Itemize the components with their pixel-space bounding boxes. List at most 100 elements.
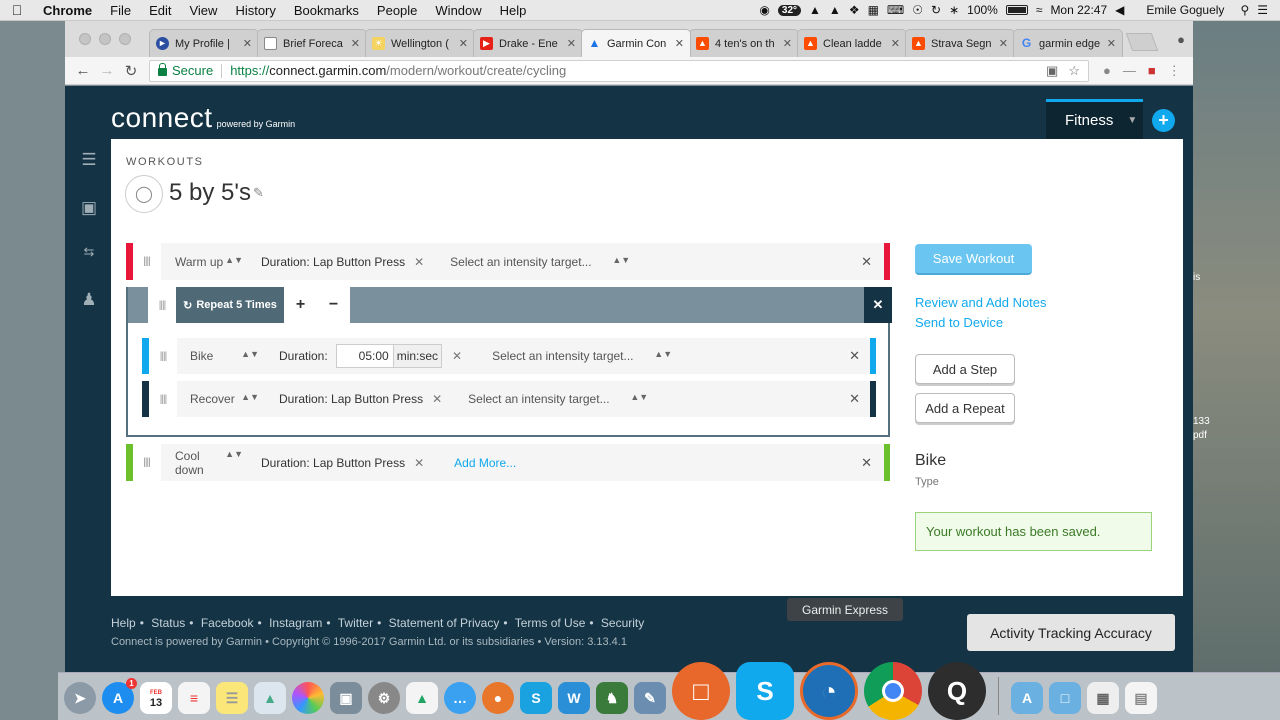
back-arrow-icon[interactable]: ← (71, 62, 95, 79)
pencil-icon[interactable]: ✎ (253, 185, 264, 201)
clock[interactable]: Mon 22:47 (1050, 3, 1107, 17)
time-machine-icon[interactable]: ↻ (931, 3, 941, 17)
clear-duration-icon[interactable]: ✕ (414, 456, 424, 470)
calendar-icon[interactable]: FEB 13 (140, 682, 172, 714)
duration-input[interactable] (335, 344, 394, 368)
extension-dash-icon[interactable]: — (1123, 63, 1136, 78)
bluetooth-icon[interactable]: ∗ (949, 3, 959, 17)
tab-garmin-edge-search[interactable]: Ggarmin edge ✕ (1013, 29, 1123, 57)
save-workout-button[interactable]: Save Workout (915, 244, 1032, 275)
close-window-icon[interactable] (79, 33, 91, 45)
record-icon[interactable]: ◉ (759, 3, 769, 17)
chess-icon[interactable]: ♞ (596, 682, 628, 714)
step-duration[interactable]: Duration: Lap Button Press (251, 456, 405, 470)
menu-view[interactable]: View (180, 3, 226, 18)
garmin-express-globe-icon[interactable]: ◔ (800, 662, 858, 720)
launchpad-rocket-icon[interactable]: ➤ (64, 682, 96, 714)
menu-file[interactable]: File (101, 3, 140, 18)
google-drive-icon[interactable]: ▲ (406, 682, 438, 714)
add-plus-button[interactable]: + (1152, 109, 1175, 132)
garmin-tray-icon[interactable]: ▲ (809, 3, 821, 17)
wifi-icon[interactable]: ≈ (1036, 3, 1043, 17)
user-name[interactable]: Emile Goguely (1146, 3, 1224, 17)
tab-four-tens[interactable]: ▲ 4 ten's on th ✕ (689, 29, 799, 57)
clear-duration-icon[interactable]: ✕ (414, 255, 424, 269)
delete-repeat-icon[interactable]: ✕ (864, 287, 892, 323)
address-bar[interactable]: Secure https://connect.garmin.com/modern… (149, 59, 1089, 82)
forward-arrow-icon[interactable]: → (95, 62, 119, 79)
tab-clean-ladder[interactable]: ▲ Clean ladde ✕ (797, 29, 907, 57)
applications-folder-icon[interactable]: A (1011, 682, 1043, 714)
tab-drake[interactable]: ▶ Drake - Ene ✕ (473, 29, 583, 57)
zoom-window-icon[interactable] (119, 33, 131, 45)
footer-privacy-link[interactable]: Statement of Privacy (389, 616, 500, 630)
intensity-target-select[interactable]: Select an intensity target... ▲▼ (468, 392, 648, 406)
notification-center-icon[interactable]: ☰ (1257, 3, 1268, 17)
increase-repeat-button[interactable]: + (296, 296, 305, 314)
drag-handle-icon[interactable]: |||| (149, 381, 177, 417)
documents-folder-icon[interactable]: □ (1049, 682, 1081, 714)
image-capture-icon[interactable]: ▣ (330, 682, 362, 714)
inbox-icon[interactable]: ▣ (79, 198, 99, 218)
firefox-icon[interactable]: ● (482, 682, 514, 714)
decrease-repeat-button[interactable]: − (329, 296, 338, 314)
step-duration[interactable]: Duration: Lap Button Press (267, 392, 423, 406)
step-type-select[interactable]: Recover ▲▼ (177, 392, 267, 406)
drag-handle-icon[interactable]: |||| (148, 287, 176, 323)
chrome-menu-icon[interactable]: ⋮ (1168, 63, 1181, 79)
grid-icon[interactable]: ▦ (868, 3, 879, 17)
temperature-badge[interactable]: 32° (777, 4, 802, 16)
menu-bookmarks[interactable]: Bookmarks (285, 3, 368, 18)
menu-window[interactable]: Window (426, 3, 490, 18)
delete-step-icon[interactable]: ✕ (861, 455, 872, 471)
send-to-device-link[interactable]: Send to Device (915, 315, 1003, 330)
photos-icon[interactable] (292, 682, 324, 714)
menu-history[interactable]: History (226, 3, 284, 18)
tab-close-icon[interactable]: ✕ (675, 37, 684, 50)
messages-icon[interactable]: … (444, 682, 476, 714)
add-more-link[interactable]: Add More... (454, 456, 516, 470)
connect-logo[interactable]: connect powered by Garmin (111, 102, 295, 134)
footer-status-link[interactable]: Status (151, 616, 185, 630)
workout-title[interactable]: 5 by 5's (169, 179, 251, 207)
desktop-file-label[interactable]: is (1193, 272, 1200, 283)
battery-icon[interactable] (1005, 5, 1028, 15)
drag-handle-icon[interactable]: |||| (133, 444, 161, 481)
new-tab-button[interactable] (1125, 33, 1159, 51)
intensity-target-select[interactable]: Select an intensity target... ▲▼ (450, 255, 630, 269)
desktop-stack-icon[interactable]: ▤ (1125, 682, 1157, 714)
tab-my-profile[interactable]: ► My Profile | ✕ (149, 29, 259, 57)
tab-close-icon[interactable]: ✕ (351, 37, 360, 50)
notification-banner[interactable]: Activity Tracking Accuracy (967, 614, 1175, 651)
keyboard-icon[interactable]: ⌨ (887, 3, 904, 17)
delete-step-icon[interactable]: ✕ (849, 348, 860, 364)
repeat-count[interactable]: ↻ Repeat 5 Times (176, 287, 284, 323)
tab-garmin-connect[interactable]: ▲ Garmin Con ✕ (581, 29, 691, 57)
bookmark-star-icon[interactable]: ☆ (1068, 63, 1080, 79)
volume-icon[interactable]: ◀ (1115, 3, 1124, 17)
tab-close-icon[interactable]: ✕ (567, 37, 576, 50)
tab-close-icon[interactable]: ✕ (459, 37, 468, 50)
fitness-menu[interactable]: Fitness ▼ (1046, 99, 1143, 139)
dropbox-icon[interactable]: ❖ (849, 3, 860, 17)
footer-terms-link[interactable]: Terms of Use (515, 616, 586, 630)
connections-icon[interactable]: ⇆ (79, 244, 99, 260)
drag-handle-icon[interactable]: |||| (133, 243, 161, 280)
step-duration[interactable]: Duration: Lap Button Press (251, 255, 405, 269)
menu-edit[interactable]: Edit (140, 3, 180, 18)
word-icon[interactable]: W (558, 682, 590, 714)
clear-duration-icon[interactable]: ✕ (452, 349, 462, 363)
drag-handle-icon[interactable]: |||| (149, 338, 177, 374)
extension-circle-icon[interactable]: ● (1103, 63, 1111, 78)
extension-garmin-icon[interactable]: ■ (1148, 63, 1156, 78)
spotlight-icon[interactable]: ⚲ (1240, 3, 1249, 17)
menu-help[interactable]: Help (491, 3, 536, 18)
delete-step-icon[interactable]: ✕ (861, 254, 872, 270)
clear-duration-icon[interactable]: ✕ (432, 392, 442, 406)
preview-icon[interactable]: ✎ (634, 682, 666, 714)
desktop-file-label[interactable]: 133 (1193, 416, 1210, 427)
maps-icon[interactable]: ▲ (254, 682, 286, 714)
quicktime-icon[interactable]: Q (928, 662, 986, 720)
downloads-stack-icon[interactable]: ▦ (1087, 682, 1119, 714)
skype-small-icon[interactable]: S (520, 682, 552, 714)
